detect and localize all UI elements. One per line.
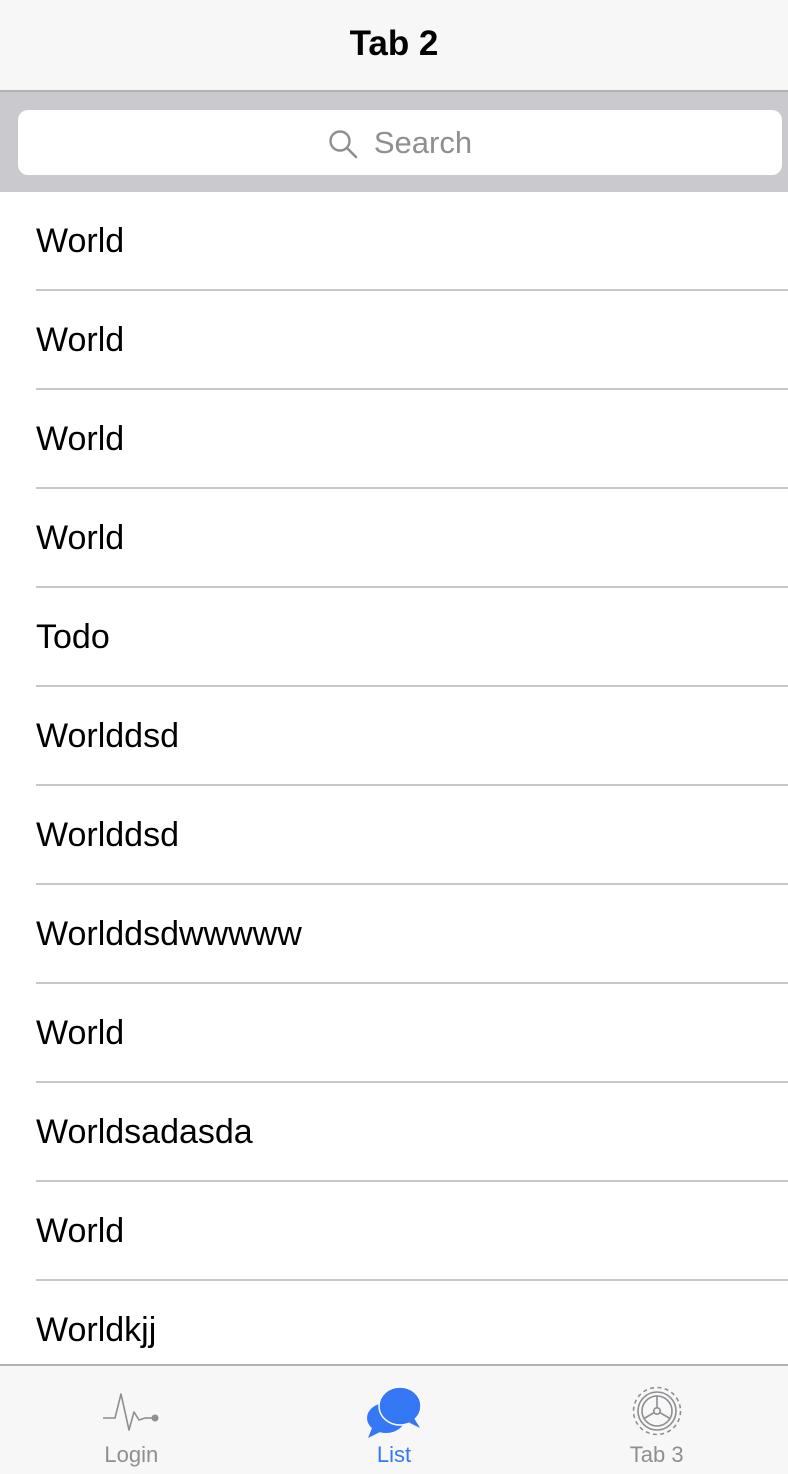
tab-login[interactable]: Login (0, 1366, 263, 1474)
list-item-label: Todo (36, 618, 110, 656)
list-item[interactable]: Worlddsdwwwww (0, 885, 788, 984)
list-item-label: World (36, 222, 125, 260)
list-item[interactable]: World (0, 192, 788, 291)
list-item[interactable]: World (0, 1182, 788, 1281)
list-item[interactable]: World (0, 489, 788, 588)
list-item-label: Worlddsd (36, 717, 179, 755)
list-item[interactable]: Worlddsd (0, 786, 788, 885)
list-item-label: Worlddsdwwwww (36, 915, 302, 953)
list-item[interactable]: Worldkjj (0, 1281, 788, 1364)
list-item[interactable]: World (0, 291, 788, 390)
search-input[interactable]: Search (18, 110, 782, 175)
search-bar: Search (0, 92, 788, 192)
gear-icon (632, 1386, 681, 1436)
list-item-label: World (36, 1014, 125, 1052)
list-item-label: Worlddsd (36, 816, 179, 854)
list-item[interactable]: Todo (0, 588, 788, 687)
tab-bar: Login List Tab 3 (0, 1364, 788, 1474)
list-item[interactable]: World (0, 984, 788, 1083)
navigation-bar: Tab 2 (0, 0, 788, 92)
list-item[interactable]: Worldsadasda (0, 1083, 788, 1182)
list-item-label: World (36, 519, 125, 557)
tab-label: List (376, 1442, 412, 1467)
chat-bubbles-icon (367, 1386, 422, 1438)
page-title: Tab 2 (349, 24, 439, 63)
list-item-label: Worldkjj (36, 1311, 157, 1349)
list-item[interactable]: World (0, 390, 788, 489)
tab-list[interactable]: List (263, 1366, 526, 1474)
tab-label: Login (104, 1442, 159, 1467)
list-item-label: World (36, 1212, 125, 1250)
pulse-icon (103, 1393, 159, 1431)
list-item-label: Worldsadasda (36, 1113, 253, 1151)
tab-label: Tab 3 (629, 1442, 684, 1467)
search-placeholder: Search (373, 124, 473, 160)
tab-tab3[interactable]: Tab 3 (525, 1366, 788, 1474)
list-item-label: World (36, 321, 125, 359)
app-screen: Tab 2 Search World World World World Tod… (0, 0, 788, 1474)
list-item[interactable]: Worlddsd (0, 687, 788, 786)
search-icon (329, 129, 358, 158)
list-item-label: World (36, 420, 125, 458)
item-list: World World World World Todo Worlddsd Wo… (0, 192, 788, 1364)
